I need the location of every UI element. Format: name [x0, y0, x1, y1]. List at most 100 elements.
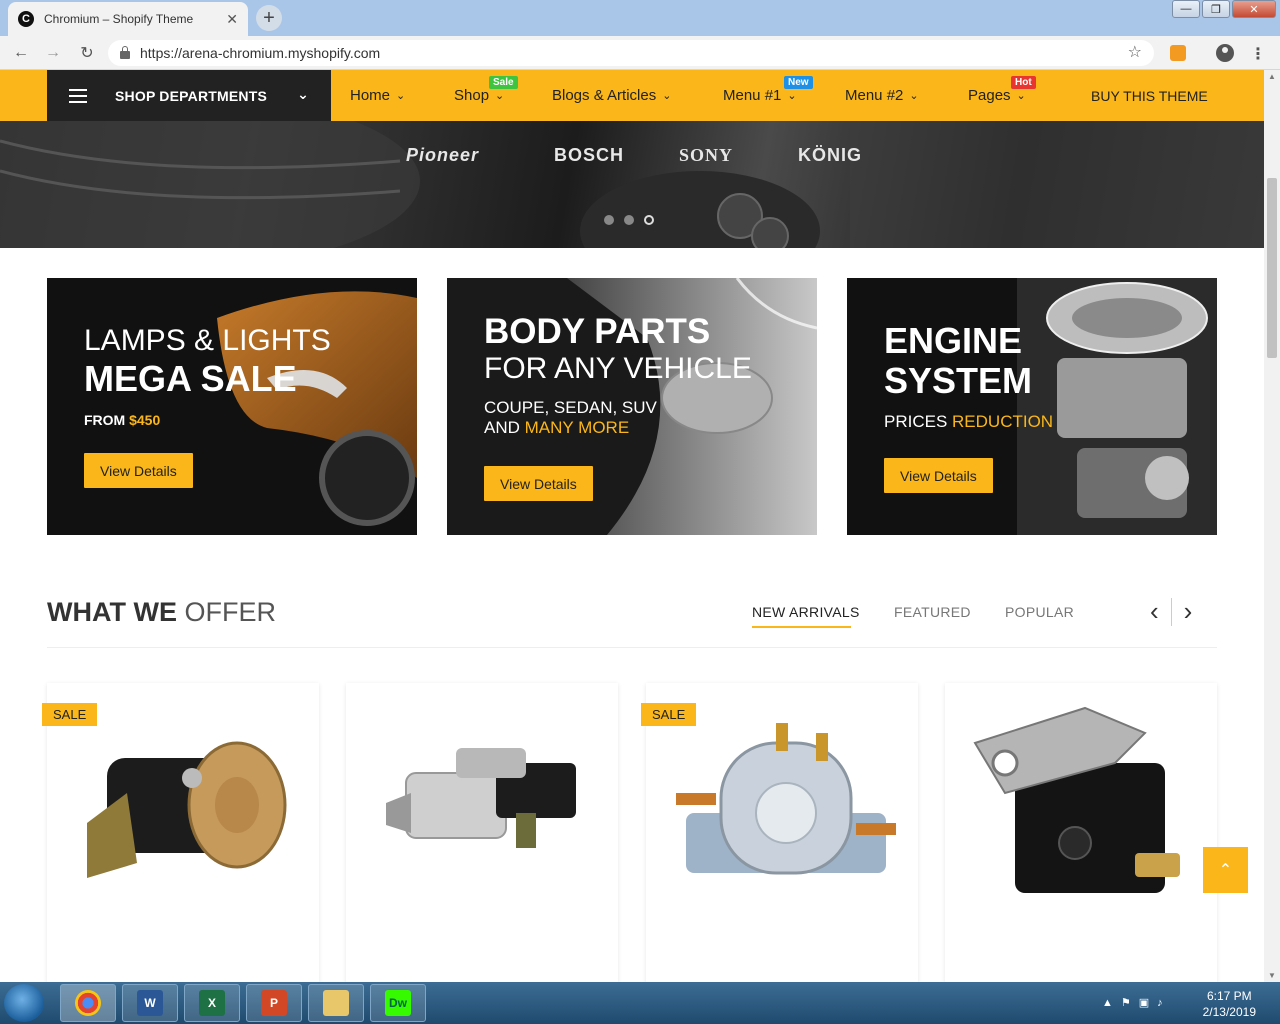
chevron-down-icon: ⌄ [787, 90, 797, 102]
product-card[interactable] [945, 683, 1217, 982]
powerpoint-icon: P [261, 990, 287, 1016]
reload-icon[interactable]: ↻ [76, 42, 98, 64]
chrome-icon [75, 990, 101, 1016]
arrow-divider [1170, 597, 1172, 626]
slider-dot[interactable] [624, 215, 634, 225]
shop-departments-button[interactable]: SHOP DEPARTMENTS ⌄ [47, 70, 331, 121]
banner-subtitle: FROM $450 [84, 412, 331, 428]
word-icon: W [137, 990, 163, 1016]
browser-tab[interactable]: C Chromium – Shopify Theme ✕ [8, 2, 248, 36]
taskbar-powerpoint-button[interactable]: P [246, 984, 302, 1022]
banner-title-line1: BODY PARTS [484, 312, 711, 351]
nav-item-menu-2[interactable]: Menu #2 ⌄ [845, 70, 919, 121]
system-tray-icons[interactable]: ▲⚑▣♪ [1102, 996, 1171, 1009]
dreamweaver-icon: Dw [385, 990, 411, 1016]
view-details-button[interactable]: View Details [484, 466, 593, 501]
active-tab-indicator [752, 626, 851, 628]
hero-slider: Pioneer BOSCH SONY KÖNIG [0, 121, 1264, 248]
clock-time: 6:17 PM [1206, 989, 1252, 1003]
taskbar-explorer-button[interactable] [308, 984, 364, 1022]
chevron-down-icon: ⌄ [1016, 90, 1026, 102]
hot-badge: Hot [1011, 76, 1036, 89]
solenoid-image [676, 723, 896, 875]
tab-featured[interactable]: FEATURED [894, 604, 971, 620]
taskbar-dreamweaver-button[interactable]: Dw [370, 984, 426, 1022]
start-button[interactable] [4, 984, 44, 1022]
banner-title-line1: ENGINE [884, 320, 1023, 361]
back-to-top-button[interactable]: ⌃ [1203, 847, 1248, 893]
taskbar-excel-button[interactable]: X [184, 984, 240, 1022]
window-controls: — ❐ ✕ [1170, 0, 1276, 18]
new-badge: New [784, 76, 813, 89]
clock-date: 2/13/2019 [1202, 1005, 1256, 1019]
buy-this-theme-link[interactable]: BUY THIS THEME [1091, 70, 1208, 121]
folder-icon [323, 990, 349, 1016]
view-details-button[interactable]: View Details [884, 458, 993, 493]
subtitle-text: AND [484, 418, 525, 437]
chevron-down-icon: ⌄ [909, 90, 919, 102]
nav-label: Shop [454, 87, 490, 104]
car-interior-image [0, 121, 1264, 248]
new-tab-button[interactable]: + [256, 5, 282, 31]
title-light: OFFER [184, 597, 276, 627]
subtitle-text: FROM [84, 412, 130, 428]
slider-dot-active[interactable] [644, 215, 654, 225]
profile-icon[interactable] [1216, 44, 1234, 62]
windows-taskbar: W X P Dw ▲⚑▣♪ 6:17 PM 2/13/2019 [0, 982, 1280, 1024]
nav-label: Blogs & Articles [552, 87, 657, 104]
banner-engine-system[interactable]: ENGINE SYSTEM PRICES REDUCTION View Deta… [847, 278, 1217, 535]
brand-logo-konig[interactable]: KÖNIG [798, 145, 862, 166]
nav-item-blogs[interactable]: Blogs & Articles ⌄ [552, 70, 671, 121]
nav-label: Pages [968, 87, 1011, 104]
address-bar[interactable]: https://arena-chromium.myshopify.com ☆ [108, 40, 1154, 66]
taskbar-chrome-button[interactable] [60, 984, 116, 1022]
product-card[interactable]: SALE [641, 683, 918, 982]
view-details-button[interactable]: View Details [84, 453, 193, 488]
close-window-button[interactable]: ✕ [1232, 0, 1276, 18]
browser-menu-icon[interactable]: ⋮ [1250, 44, 1266, 64]
banner-subtitle: PRICES REDUCTION [884, 412, 1053, 432]
slider-dot[interactable] [604, 215, 614, 225]
tab-new-arrivals[interactable]: NEW ARRIVALS [752, 604, 860, 620]
prev-arrow-icon[interactable]: ‹ [1150, 596, 1159, 627]
brand-logo-bosch[interactable]: BOSCH [554, 145, 624, 166]
page-scrollbar[interactable]: ▲ ▼ [1264, 70, 1280, 982]
forward-arrow-icon[interactable]: → [42, 42, 64, 64]
nav-item-home[interactable]: Home ⌄ [350, 70, 405, 121]
system-clock[interactable]: 6:17 PM 2/13/2019 [1203, 988, 1256, 1020]
shopping-extension-icon[interactable] [1170, 45, 1186, 61]
banner-subtitle-line1: COUPE, SEDAN, SUV [484, 398, 657, 417]
tab-popular[interactable]: POPULAR [1005, 604, 1074, 620]
banner-title-line2: FOR ANY VEHICLE [484, 352, 752, 385]
brand-logo-sony[interactable]: SONY [679, 145, 733, 166]
bookmark-star-icon[interactable]: ☆ [1128, 42, 1142, 62]
scroll-up-icon[interactable]: ▲ [1268, 72, 1276, 81]
minimize-button[interactable]: — [1172, 0, 1200, 18]
excel-icon: X [199, 990, 225, 1016]
next-arrow-icon[interactable]: › [1184, 596, 1193, 627]
scroll-down-icon[interactable]: ▼ [1268, 971, 1276, 980]
starter-motor-image [386, 748, 576, 848]
lock-icon [120, 46, 130, 59]
banner-title-line2: SYSTEM [884, 360, 1033, 401]
nav-label: Menu #2 [845, 87, 904, 104]
product-card[interactable] [346, 683, 618, 982]
banner-body-parts[interactable]: BODY PARTS FOR ANY VEHICLE COUPE, SEDAN,… [447, 278, 817, 535]
nav-label: Menu #1 [723, 87, 782, 104]
subtitle-highlight: REDUCTION [952, 412, 1054, 431]
section-divider [47, 647, 1217, 648]
subtitle-text: PRICES [884, 412, 953, 431]
restore-button[interactable]: ❐ [1202, 0, 1230, 18]
scroll-thumb[interactable] [1267, 178, 1277, 358]
slider-dots [604, 215, 664, 225]
tab-close-icon[interactable]: ✕ [226, 11, 238, 28]
taskbar-word-button[interactable]: W [122, 984, 178, 1022]
back-arrow-icon[interactable]: ← [10, 42, 32, 64]
brand-logo-pioneer[interactable]: Pioneer [406, 145, 479, 166]
section-title: WHAT WE OFFER [47, 597, 276, 628]
chevron-down-icon: ⌄ [396, 90, 406, 102]
product-card[interactable]: SALE [42, 683, 319, 982]
nav-label: Home [350, 87, 391, 104]
banner-lamps-lights[interactable]: LAMPS & LIGHTS MEGA SALE FROM $450 View … [47, 278, 417, 535]
url-text: https://arena-chromium.myshopify.com [140, 45, 381, 61]
